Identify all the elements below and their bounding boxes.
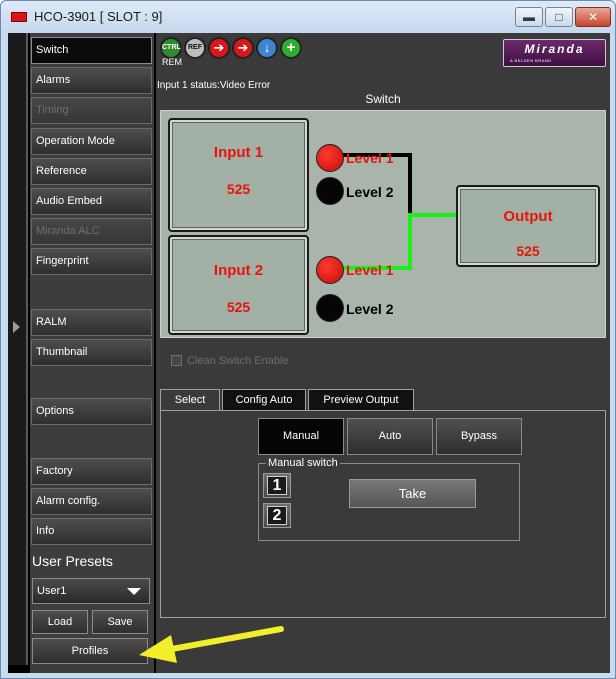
clean-switch-checkbox[interactable] — [171, 355, 182, 366]
input2-name: Input 2 — [213, 262, 264, 279]
input2-level2-label: Level 2 — [346, 301, 394, 317]
wire-green-vertical — [408, 213, 412, 270]
auto-mode-button[interactable]: Auto — [347, 418, 433, 455]
ref-icon: REF — [184, 37, 206, 59]
minimize-icon: ▬ — [523, 10, 535, 24]
tab-preview-output[interactable]: Preview Output — [308, 389, 414, 411]
take-button[interactable]: Take — [349, 479, 476, 508]
logo-subtitle: A BELDEN BRAND — [510, 58, 552, 63]
bypass-mode-button[interactable]: Bypass — [436, 418, 522, 455]
close-icon: ✕ — [587, 10, 599, 24]
main-panel: CTRL REF ➔ ➔ ↓ + REM Miranda A BELDEN BR… — [156, 33, 610, 673]
output-arrow-icon: ➔ — [232, 37, 254, 59]
sidebar-item-factory[interactable]: Factory — [31, 458, 152, 485]
miranda-logo: Miranda A BELDEN BRAND — [503, 39, 606, 67]
input2-level1-led[interactable] — [316, 256, 344, 284]
sidebar-item-switch[interactable]: Switch — [31, 37, 152, 64]
input1-name: Input 1 — [213, 144, 264, 161]
tab-config-auto[interactable]: Config Auto — [222, 389, 306, 411]
wire-to-output — [408, 213, 456, 217]
clean-switch-label: Clean Switch Enable — [187, 355, 289, 367]
sidebar-item-timing: Timing — [31, 97, 152, 124]
input2-level1-label: Level 1 — [346, 262, 394, 278]
close-button[interactable]: ✕ — [575, 7, 611, 27]
title-bar[interactable]: HCO-3901 [ SLOT : 9] ▬ □ ✕ — [1, 1, 615, 33]
sidebar-nav: Switch Alarms Timing Operation Mode Refe… — [30, 33, 154, 673]
input1-number: 1 — [267, 476, 287, 495]
select-input1-button[interactable]: 1 — [263, 473, 291, 498]
minimize-button[interactable]: ▬ — [515, 7, 543, 27]
select-input2-button[interactable]: 2 — [263, 503, 291, 528]
sidebar-item-fingerprint[interactable]: Fingerprint — [31, 248, 152, 275]
add-icon: + — [280, 37, 302, 59]
sidebar-item-thumbnail[interactable]: Thumbnail — [31, 339, 152, 366]
manual-switch-group: Manual switch 1 2 Take — [258, 457, 520, 541]
input1-level2-label: Level 2 — [346, 184, 394, 200]
output-format: 525 — [516, 243, 540, 259]
sidebar-item-alarms[interactable]: Alarms — [31, 67, 152, 94]
manual-switch-title: Manual switch — [266, 457, 340, 469]
input-arrow-icon: ➔ — [208, 37, 230, 59]
output-name: Output — [503, 208, 553, 225]
input2-format: 525 — [226, 299, 251, 315]
maximize-icon: □ — [555, 10, 563, 24]
expand-arrow-icon[interactable] — [13, 321, 20, 333]
app-icon — [11, 12, 27, 22]
client-area: Switch Alarms Timing Operation Mode Refe… — [8, 33, 610, 673]
sidebar-item-reference[interactable]: Reference — [31, 158, 152, 185]
sidebar-item-info[interactable]: Info — [31, 518, 152, 545]
input2-level2-led[interactable] — [316, 294, 344, 322]
input1-level1-led[interactable] — [316, 144, 344, 172]
annotation-arrow-icon — [139, 626, 284, 663]
input1-format: 525 — [226, 181, 251, 197]
maximize-button[interactable]: □ — [545, 7, 573, 27]
app-window: HCO-3901 [ SLOT : 9] ▬ □ ✕ Switch Alarms… — [0, 0, 616, 679]
collapse-strip[interactable] — [8, 33, 28, 665]
select-tab-panel: Manual Auto Bypass Manual switch 1 2 Tak… — [160, 410, 606, 618]
sidebar-item-options[interactable]: Options — [31, 398, 152, 425]
preset-selected-value: User1 — [37, 585, 67, 597]
ctrl-icon: CTRL — [160, 37, 182, 59]
chevron-down-icon — [127, 588, 141, 595]
annotation-arrow-head — [139, 635, 177, 663]
status-text: Input 1 status:Video Error — [157, 80, 271, 91]
rem-label: REM — [162, 57, 182, 67]
window-title: HCO-3901 [ SLOT : 9] — [34, 9, 163, 24]
user-presets-label: User Presets — [32, 553, 113, 569]
logo-text: Miranda — [524, 42, 585, 56]
output-box[interactable]: Output 525 — [456, 185, 600, 267]
sidebar-item-miranda-alc: Miranda ALC — [31, 218, 152, 245]
input1-level1-label: Level 1 — [346, 150, 394, 166]
load-button[interactable]: Load — [32, 610, 88, 634]
input2-box[interactable]: Input 2 525 — [168, 235, 309, 335]
input1-level2-led[interactable] — [316, 177, 344, 205]
input1-box[interactable]: Input 1 525 — [168, 118, 309, 232]
sidebar-item-operation-mode[interactable]: Operation Mode — [31, 128, 152, 155]
section-title: Switch — [365, 92, 401, 106]
sidebar-item-ralm[interactable]: RALM — [31, 309, 152, 336]
preset-select[interactable]: User1 — [32, 578, 150, 604]
input2-number: 2 — [267, 506, 287, 525]
manual-mode-button[interactable]: Manual — [258, 418, 344, 455]
download-icon: ↓ — [256, 37, 278, 59]
switch-diagram: Input 1 525 Input 2 525 Output 525 Level… — [160, 110, 606, 338]
annotation-arrow-shaft — [158, 626, 284, 654]
sidebar-item-audio-embed[interactable]: Audio Embed — [31, 188, 152, 215]
sidebar-item-alarm-config[interactable]: Alarm config. — [31, 488, 152, 515]
